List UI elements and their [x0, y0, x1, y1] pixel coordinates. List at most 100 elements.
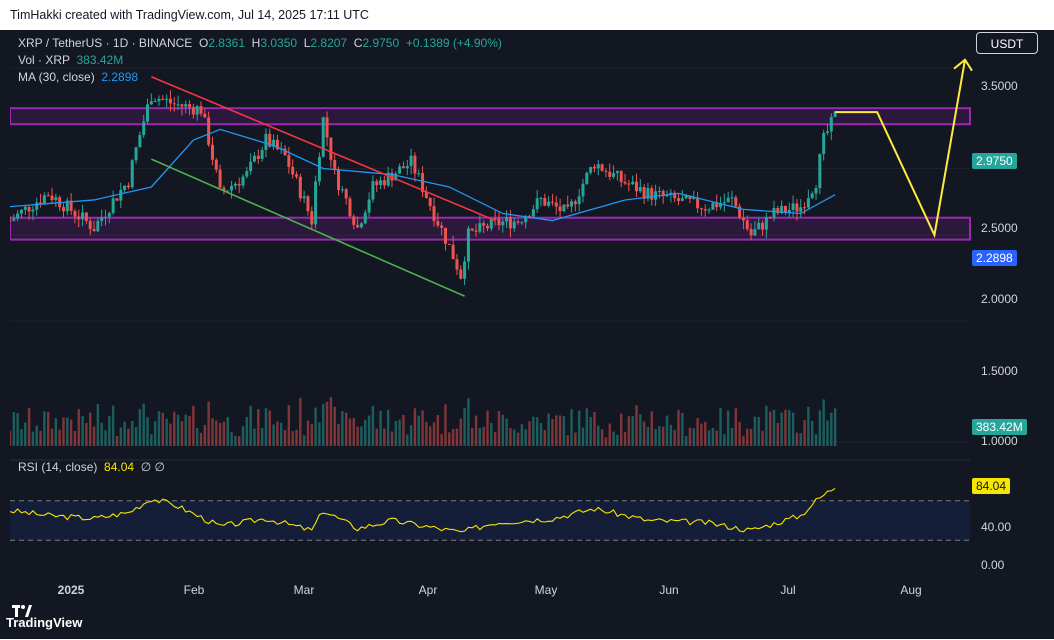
volume-bar: [291, 431, 294, 446]
volume-bar: [318, 422, 321, 446]
volume-bar: [451, 428, 455, 446]
candle-body: [680, 198, 684, 201]
volume-bar: [513, 429, 516, 446]
candle-body: [77, 216, 81, 220]
volume-bar: [765, 405, 768, 446]
volume-bar: [108, 416, 111, 446]
volume-bar: [665, 415, 669, 446]
candle-body: [344, 189, 348, 199]
volume-bar: [276, 421, 279, 446]
volume-bar: [627, 416, 631, 446]
volume-bar: [746, 428, 749, 446]
volume-bar: [814, 434, 818, 446]
candle-body: [314, 181, 318, 225]
candle-body: [554, 202, 558, 207]
volume-bar: [337, 424, 340, 446]
volume-bar: [10, 431, 12, 446]
volume-badge: 383.42M: [972, 419, 1027, 435]
candle-body: [199, 106, 203, 114]
volume-bar: [772, 409, 776, 446]
volume-bar: [367, 415, 371, 446]
volume-bar: [543, 429, 546, 446]
volume-bar: [516, 432, 520, 446]
volume-bar: [73, 431, 77, 446]
candle-body: [321, 117, 325, 157]
volume-bar: [429, 426, 432, 446]
price-tick-2-5: 2.5000: [981, 221, 1018, 235]
volume-bar: [700, 423, 703, 446]
price-tick-1-5: 1.5000: [981, 364, 1018, 378]
volume-bar: [50, 428, 54, 446]
candle-body: [61, 207, 65, 212]
candle-body: [81, 212, 85, 220]
volume-bar: [322, 404, 325, 446]
volume-bar: [692, 428, 695, 446]
volume-bar: [555, 415, 558, 446]
candle-body: [195, 106, 199, 115]
candle-body: [168, 98, 172, 104]
candle-body: [657, 190, 661, 192]
ma-label[interactable]: MA (30, close): [18, 70, 95, 84]
candle-body: [111, 198, 115, 214]
candle-body: [149, 101, 153, 105]
symbol-title[interactable]: XRP / TetherUS · 1D · BINANCE: [18, 36, 192, 50]
candle-body: [153, 101, 157, 103]
volume-bar: [379, 410, 382, 446]
rsi-visibility-icons[interactable]: ∅ ∅: [141, 460, 165, 474]
volume-bar: [715, 430, 718, 446]
candle-body: [634, 181, 638, 192]
candle-body: [165, 98, 169, 100]
candle-body: [12, 218, 16, 221]
rsi-label[interactable]: RSI (14, close): [18, 460, 97, 474]
volume-bar: [642, 421, 646, 446]
chart-canvas[interactable]: [10, 30, 1044, 605]
volume-bar: [356, 426, 359, 446]
candle-body: [570, 201, 574, 207]
chart-pane[interactable]: XRP / TetherUS · 1D · BINANCE O2.8361 H3…: [10, 30, 1044, 605]
candle-body: [371, 181, 375, 200]
volume-bar: [383, 428, 386, 446]
volume-bar: [589, 416, 592, 446]
candle-body: [329, 137, 333, 160]
volume-bar: [314, 407, 317, 446]
volume-bar: [704, 421, 707, 446]
candle-body: [505, 217, 509, 222]
candle-body: [302, 196, 306, 199]
volume-label[interactable]: Vol · XRP: [18, 53, 70, 67]
volume-bar: [280, 422, 283, 446]
candle-body: [757, 222, 761, 230]
high-value: 3.0350: [260, 36, 298, 50]
candle-body: [115, 198, 119, 201]
candle-body: [829, 116, 833, 132]
candle-body: [677, 198, 680, 201]
volume-bar: [77, 409, 80, 446]
volume-bar: [417, 415, 420, 446]
candle-body: [252, 155, 256, 162]
x-tick-mar: Mar: [293, 583, 315, 597]
volume-bar: [631, 416, 634, 446]
volume-bar: [807, 406, 810, 446]
volume-bar: [570, 409, 573, 446]
volume-bar: [440, 433, 443, 446]
candle-body: [203, 113, 207, 118]
candle-body: [753, 229, 757, 236]
candle-body: [375, 181, 379, 185]
candle-body: [176, 104, 180, 106]
open-label: O: [198, 36, 209, 50]
candle-body: [157, 98, 161, 102]
volume-bar: [123, 421, 126, 446]
volume-bar: [719, 407, 722, 446]
candle-body: [573, 201, 577, 205]
candle-body: [413, 155, 417, 174]
currency-button[interactable]: USDT: [976, 32, 1038, 54]
candle-body: [138, 135, 142, 148]
candle-body: [566, 204, 570, 207]
candle-body: [501, 221, 505, 226]
volume-bar: [268, 410, 271, 446]
volume-bar: [551, 419, 554, 446]
volume-bar: [742, 436, 745, 446]
candle-body: [726, 197, 730, 203]
volume-bar: [402, 414, 405, 446]
volume-bar: [222, 421, 226, 446]
candle-body: [291, 166, 295, 175]
